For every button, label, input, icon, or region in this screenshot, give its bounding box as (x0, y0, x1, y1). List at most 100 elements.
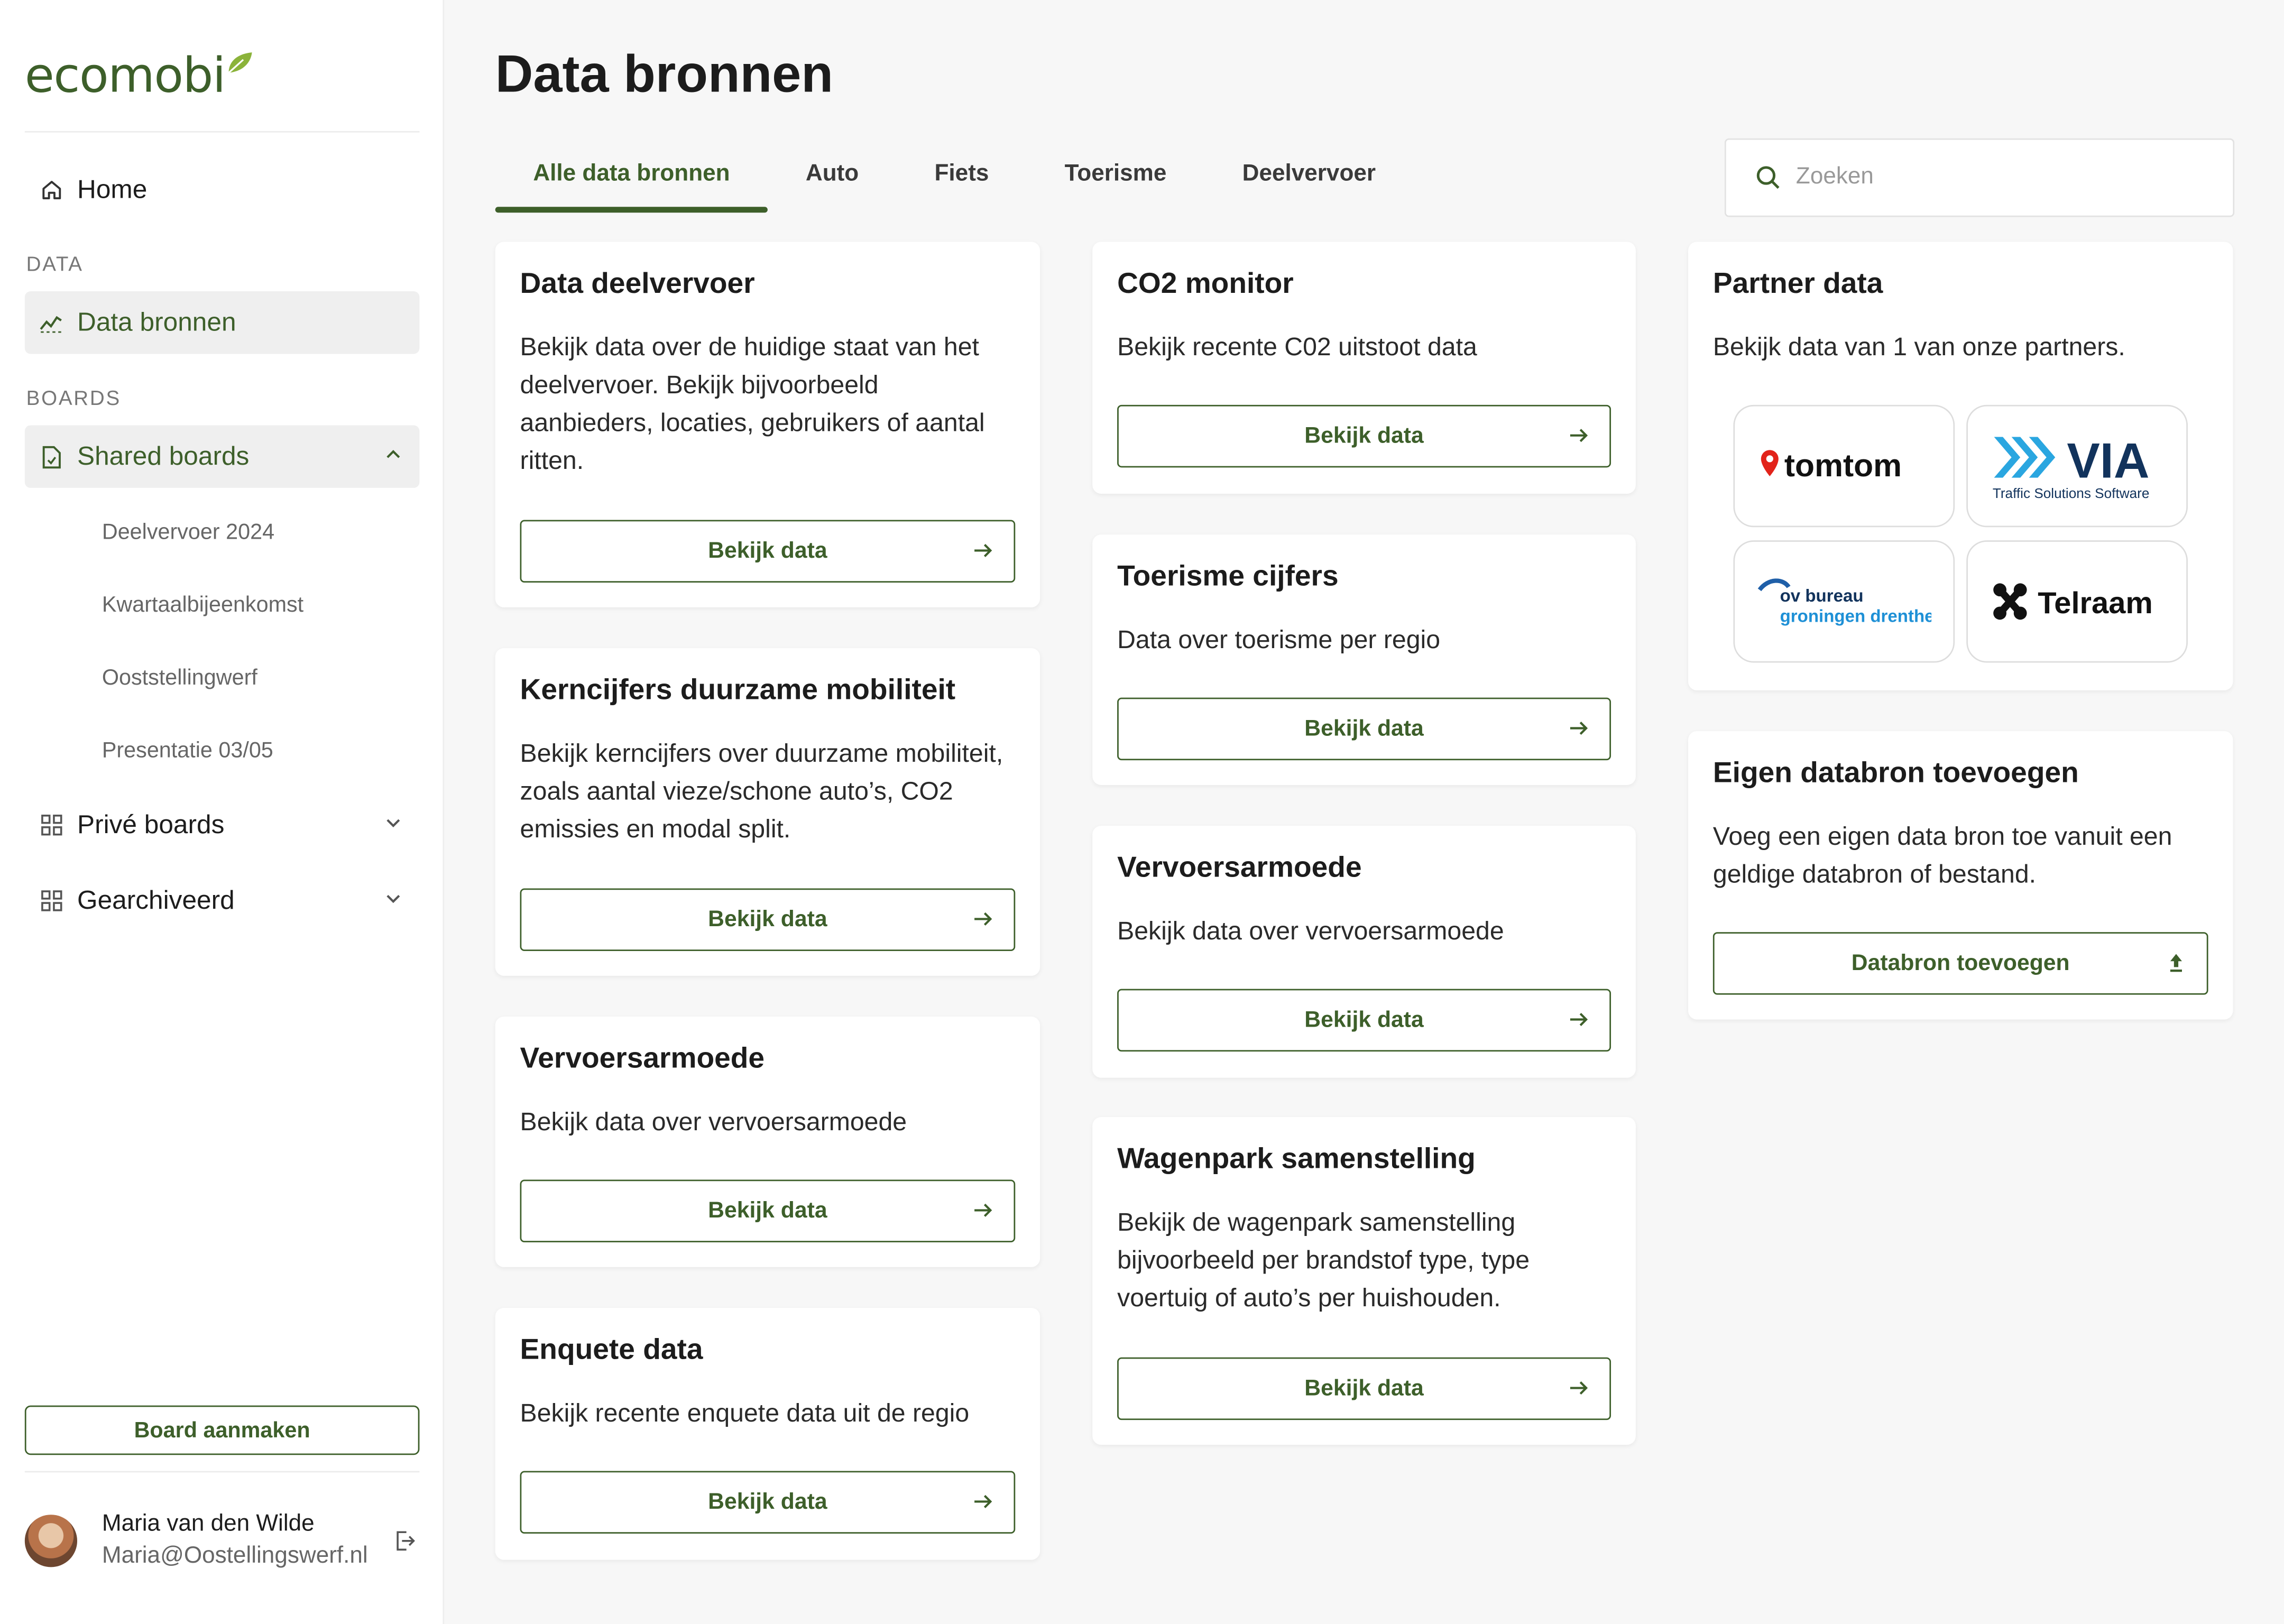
sidebar-item-home[interactable]: Home (25, 159, 420, 221)
section-label-boards: BOARDS (26, 386, 122, 410)
sidebar-item-shared-boards[interactable]: Shared boards (24, 425, 420, 488)
svg-text:Traffic Solutions Software: Traffic Solutions Software (1993, 485, 2150, 501)
chevron-down-icon[interactable] (384, 814, 402, 832)
arrow-right-icon (1570, 722, 1588, 735)
sidebar-item-private-boards[interactable]: Privé boards (25, 793, 420, 856)
tab-fiets[interactable]: Fiets (897, 146, 1027, 213)
arrow-right-icon (1570, 1013, 1588, 1026)
arrow-right-icon (974, 912, 992, 926)
card-partner-data: Partner data Bekijk data van 1 van onze … (1688, 242, 2233, 690)
sidebar-item-data-sources[interactable]: Data bronnen (24, 291, 420, 354)
view-data-button[interactable]: Bekijk data (520, 1471, 1016, 1534)
leaf-icon (228, 52, 252, 73)
card-vervoersarmoede: Vervoersarmoede Bekijk data over vervoer… (495, 1016, 1040, 1267)
view-data-button[interactable]: Bekijk data (1117, 404, 1611, 468)
tab-all-sources[interactable]: Alle data bronnen (495, 146, 768, 213)
home-icon (39, 178, 62, 201)
ecomobi-logo[interactable]: ecomobi (25, 47, 252, 104)
shared-board-item[interactable]: Kwartaalbijeenkomst (102, 593, 303, 617)
ov-bureau-logo: ov bureau groningen drenthe (1757, 578, 1932, 626)
add-source-button[interactable]: Databron toevoegen (1712, 932, 2208, 995)
card-description: Bekijk data over vervoersarmoede (1117, 916, 1504, 945)
tab-toerisme[interactable]: Toerisme (1027, 146, 1204, 213)
partner-telraam[interactable]: Telraam (1966, 540, 2188, 663)
partner-ov-bureau[interactable]: ov bureau groningen drenthe (1733, 540, 1955, 663)
search-icon (1756, 166, 1780, 189)
card-title: Vervoersarmoede (520, 1042, 765, 1075)
chevron-down-icon[interactable] (384, 890, 402, 907)
tab-deelvervoer[interactable]: Deelvervoer (1204, 146, 1414, 213)
arrow-right-icon (974, 543, 992, 557)
card-title: Partner data (1712, 267, 1883, 300)
section-label-data: DATA (26, 252, 84, 275)
logout-icon[interactable] (393, 1529, 417, 1553)
card-title: Eigen databron toevoegen (1712, 757, 2079, 790)
trend-icon (39, 311, 62, 334)
view-data-button[interactable]: Bekijk data (1117, 989, 1611, 1052)
card-description: Bekijk kerncijfers over duurzame mobilit… (520, 738, 1003, 844)
grid-icon (39, 889, 62, 912)
view-data-button[interactable]: Bekijk data (1117, 1357, 1611, 1420)
card-title: Enquete data (520, 1334, 703, 1367)
card-kerncijfers: Kerncijfers duurzame mobiliteit Bekijk k… (495, 648, 1040, 976)
sidebar-divider (24, 131, 420, 133)
svg-text:groningen drenthe: groningen drenthe (1780, 606, 1932, 626)
arrow-right-icon (1570, 429, 1588, 442)
card-toerisme-cijfers: Toerisme cijfers Data over toerisme per … (1092, 534, 1636, 785)
partner-via[interactable]: VIA Traffic Solutions Software (1966, 404, 2188, 528)
avatar[interactable] (24, 1515, 78, 1567)
shared-board-item[interactable]: Deelvervoer 2024 (102, 520, 274, 545)
arrow-right-icon (974, 1494, 992, 1508)
page-title: Data bronnen (495, 43, 833, 104)
svg-text:Telraam: Telraam (2038, 586, 2153, 620)
card-description: Bekijk recente enquete data uit de regio (520, 1398, 970, 1427)
card-title: Data deelvervoer (520, 267, 755, 300)
svg-text:ov bureau: ov bureau (1780, 586, 1864, 606)
create-board-button[interactable]: Board aanmaken (24, 1405, 420, 1455)
card-co2-monitor: CO2 monitor Bekijk recente C02 uitstoot … (1092, 242, 1636, 494)
card-description: Bekijk de wagenpark samenstelling bijvoo… (1117, 1207, 1530, 1313)
via-logo: VIA Traffic Solutions Software (1993, 433, 2150, 502)
sidebar-item-label: Shared boards (77, 441, 250, 470)
user-profile: Maria van den Wilde Maria@Oostellingswer… (24, 1511, 420, 1576)
tomtom-logo: tomtom (1761, 447, 1902, 483)
view-data-button[interactable]: Bekijk data (1117, 697, 1611, 761)
arrow-right-icon (1570, 1381, 1588, 1395)
chevron-up-icon[interactable] (384, 446, 402, 463)
card-enquete-data: Enquete data Bekijk recente enquete data… (495, 1307, 1040, 1560)
card-title: Vervoersarmoede (1117, 852, 1362, 884)
card-title: Toerisme cijfers (1117, 560, 1339, 593)
search-box (1724, 138, 2235, 217)
view-data-button[interactable]: Bekijk data (520, 888, 1016, 952)
sidebar: ecomobi Home DATA Data bronnen BOARDS Sh… (0, 0, 445, 1624)
card-title: Wagenpark samenstelling (1117, 1143, 1476, 1176)
view-data-button[interactable]: Bekijk data (520, 1179, 1016, 1243)
grid-icon (39, 814, 62, 837)
card-description: Bekijk data over de huidige staat van he… (520, 332, 985, 475)
tab-auto[interactable]: Auto (768, 146, 897, 213)
shared-board-item[interactable]: Presentatie 03/05 (102, 739, 273, 763)
partner-tomtom[interactable]: tomtom (1733, 404, 1955, 528)
card-title: Kerncijfers duurzame mobiliteit (520, 674, 956, 707)
sidebar-item-label: Privé boards (77, 809, 225, 839)
upload-icon (2170, 954, 2182, 972)
search-input[interactable] (1795, 164, 2204, 191)
user-name: Maria van den Wilde (102, 1511, 315, 1537)
card-own-source: Eigen databron toevoegen Voeg een eigen … (1688, 731, 2233, 1020)
sidebar-item-archived[interactable]: Gearchiveerd (25, 870, 420, 932)
document-icon (39, 445, 62, 468)
card-description: Data over toerisme per regio (1117, 624, 1441, 654)
shared-board-item[interactable]: Ooststellingwerf (102, 666, 257, 690)
card-description: Bekijk recente C02 uitstoot data (1117, 332, 1477, 362)
card-data-deelvervoer: Data deelvervoer Bekijk data over de hui… (495, 242, 1040, 607)
sidebar-item-label: Data bronnen (77, 307, 236, 337)
svg-text:tomtom: tomtom (1784, 447, 1902, 483)
svg-text:VIA: VIA (2067, 433, 2149, 488)
view-data-button[interactable]: Bekijk data (520, 520, 1016, 583)
telraam-logo: Telraam (1993, 583, 2153, 620)
partner-logo-grid: tomtom VIA Traffic Solutions Software ov… (1733, 404, 2188, 663)
sidebar-divider (24, 1471, 420, 1473)
card-description: Voeg een eigen data bron toe vanuit een … (1712, 821, 2172, 889)
sidebar-item-label: Gearchiveerd (77, 885, 235, 915)
card-description: Bekijk data over vervoersarmoede (520, 1106, 907, 1136)
